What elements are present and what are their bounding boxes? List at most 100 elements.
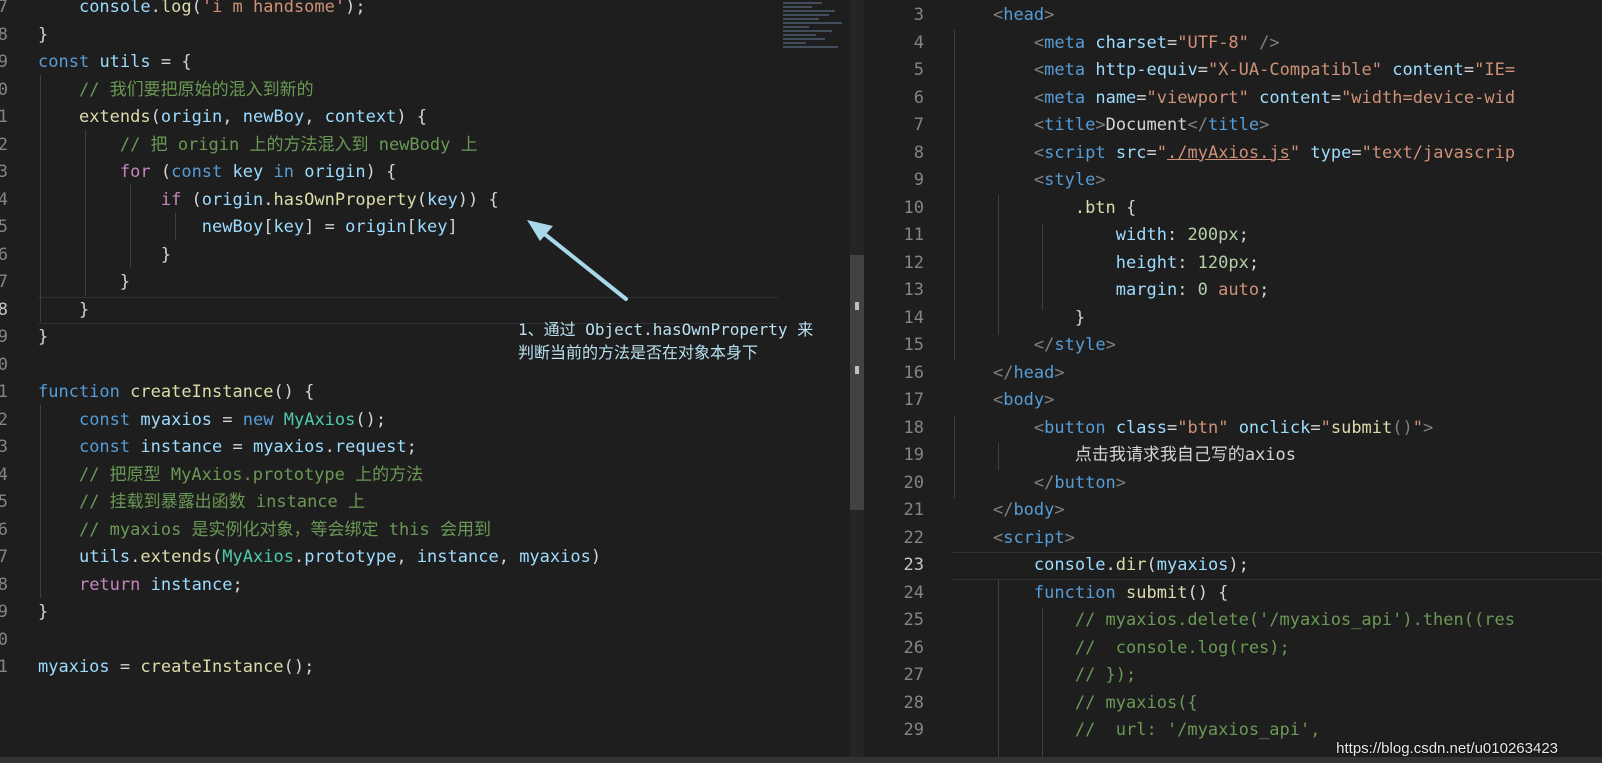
code-text[interactable]: // myaxios 是实例化对象，等会绑定 this 会用到 <box>38 517 491 545</box>
code-text[interactable]: function submit() { <box>952 580 1229 608</box>
code-line[interactable]: 9 <style> <box>864 167 1602 195</box>
code-line[interactable]: 3 <head> <box>864 2 1602 30</box>
code-line[interactable]: 9 const utils = { <box>0 49 850 77</box>
code-text[interactable]: // }); <box>952 662 1136 690</box>
code-text[interactable]: </head> <box>952 360 1065 388</box>
code-text[interactable]: // 挂载到暴露出函数 instance 上 <box>38 489 365 517</box>
code-line[interactable]: 13 margin: 0 auto; <box>864 277 1602 305</box>
code-line[interactable]: 10 .btn { <box>864 195 1602 223</box>
code-line[interactable]: 5 <meta http-equiv="X-UA-Compatible" con… <box>864 57 1602 85</box>
code-text[interactable]: </body> <box>952 497 1065 525</box>
code-line[interactable]: 7 <title>Document</title> <box>864 112 1602 140</box>
code-text[interactable]: } <box>38 599 48 627</box>
code-line[interactable]: 12 height: 120px; <box>864 250 1602 278</box>
code-line[interactable]: 25 // myaxios.delete('/myaxios_api').the… <box>864 607 1602 635</box>
right-editor-pane[interactable]: 3 <head> 4 <meta charset="UTF-8" /> 5 <met… <box>864 0 1602 763</box>
code-text[interactable]: </style> <box>952 332 1116 360</box>
code-text[interactable]: <head> <box>952 2 1054 30</box>
code-text[interactable]: <script src="./myAxios.js" type="text/ja… <box>952 140 1515 168</box>
code-line[interactable]: 7 console.log('i m handsome'); <box>0 0 850 22</box>
code-line[interactable]: 20 </button> <box>864 470 1602 498</box>
code-text[interactable]: extends(origin, newBoy, context) { <box>38 104 427 132</box>
code-text[interactable]: <title>Document</title> <box>952 112 1270 140</box>
code-line[interactable]: 4 <meta charset="UTF-8" /> <box>864 30 1602 58</box>
code-line[interactable]: 4 if (origin.hasOwnProperty(key)) { <box>0 187 850 215</box>
code-text[interactable]: // 把原型 MyAxios.prototype 上的方法 <box>38 462 423 490</box>
code-text[interactable]: } <box>38 324 48 352</box>
code-text[interactable]: } <box>38 22 48 50</box>
code-text[interactable]: <script> <box>952 525 1075 553</box>
code-text[interactable]: return instance; <box>38 572 243 600</box>
code-text[interactable]: 点击我请求我自己写的axios <box>952 442 1296 470</box>
code-text[interactable]: <meta name="viewport" content="width=dev… <box>952 85 1515 113</box>
code-line[interactable]: 17 <body> <box>864 387 1602 415</box>
code-text[interactable]: } <box>38 242 171 270</box>
code-text[interactable]: utils.extends(MyAxios.prototype, instanc… <box>38 544 601 572</box>
vertical-scrollbar-thumb[interactable] <box>850 255 864 510</box>
code-text[interactable]: for (const key in origin) { <box>38 159 396 187</box>
code-text[interactable]: newBoy[key] = origin[key] <box>38 214 458 242</box>
code-line[interactable]: 0 // 我们要把原始的混入到新的 <box>0 77 850 105</box>
code-line[interactable]: 26 // console.log(res); <box>864 635 1602 663</box>
code-line[interactable]: 28 // myaxios({ <box>864 690 1602 718</box>
code-line[interactable]: 8 <script src="./myAxios.js" type="text/… <box>864 140 1602 168</box>
code-line[interactable]: 7 utils.extends(MyAxios.prototype, insta… <box>0 544 850 572</box>
code-text[interactable]: myaxios = createInstance(); <box>38 654 314 682</box>
code-text[interactable]: // 把 origin 上的方法混入到 newBody 上 <box>38 132 478 160</box>
code-text[interactable]: const myaxios = new MyAxios(); <box>38 407 386 435</box>
code-line[interactable]: 24 function submit() { <box>864 580 1602 608</box>
code-line[interactable]: 1 myaxios = createInstance(); <box>0 654 850 682</box>
code-line[interactable]: 19 点击我请求我自己写的axios <box>864 442 1602 470</box>
code-text[interactable]: const instance = myaxios.request; <box>38 434 417 462</box>
code-text[interactable]: if (origin.hasOwnProperty(key)) { <box>38 187 499 215</box>
code-line[interactable]: 0 <box>0 627 850 655</box>
code-line[interactable]: 5 // 挂载到暴露出函数 instance 上 <box>0 489 850 517</box>
code-text[interactable]: } <box>38 297 89 325</box>
code-text[interactable]: const utils = { <box>38 49 192 77</box>
code-text[interactable]: <meta charset="UTF-8" /> <box>952 30 1280 58</box>
code-text[interactable]: .btn { <box>952 195 1136 223</box>
code-line[interactable]: 5 newBoy[key] = origin[key] <box>0 214 850 242</box>
code-line[interactable]: 23 console.dir(myaxios); <box>864 552 1602 580</box>
code-text[interactable]: // url: '/myaxios_api', <box>952 717 1321 745</box>
code-text[interactable]: // myaxios.delete('/myaxios_api').then((… <box>952 607 1515 635</box>
code-line[interactable]: 15 </style> <box>864 332 1602 360</box>
code-line[interactable]: 8} <box>0 22 850 50</box>
code-line[interactable]: 27 // }); <box>864 662 1602 690</box>
code-line[interactable]: 22 <script> <box>864 525 1602 553</box>
code-line[interactable]: 7 } <box>0 269 850 297</box>
code-line[interactable]: 11 width: 200px; <box>864 222 1602 250</box>
code-line[interactable]: 16 </head> <box>864 360 1602 388</box>
left-editor-pane[interactable]: 7 console.log('i m handsome'); 8} 9 const u… <box>0 0 850 763</box>
code-text[interactable]: <meta http-equiv="X-UA-Compatible" conte… <box>952 57 1515 85</box>
code-line[interactable]: 8 return instance; <box>0 572 850 600</box>
code-line[interactable]: 1 function createInstance() { <box>0 379 850 407</box>
code-text[interactable]: <style> <box>952 167 1106 195</box>
code-text[interactable]: <body> <box>952 387 1054 415</box>
code-line[interactable]: 18 <button class="btn" onclick="submit()… <box>864 415 1602 443</box>
code-text[interactable]: console.dir(myaxios); <box>952 552 1249 580</box>
code-text[interactable]: } <box>952 305 1085 333</box>
code-text[interactable]: console.log('i m handsome'); <box>38 0 366 22</box>
code-text[interactable]: <button class="btn" onclick="submit()"> <box>952 415 1433 443</box>
code-line[interactable]: 1 extends(origin, newBoy, context) { <box>0 104 850 132</box>
code-line[interactable]: 2 // 把 origin 上的方法混入到 newBody 上 <box>0 132 850 160</box>
code-text[interactable]: </button> <box>952 470 1126 498</box>
code-line[interactable]: 6 // myaxios 是实例化对象，等会绑定 this 会用到 <box>0 517 850 545</box>
code-line[interactable]: 9} <box>0 599 850 627</box>
code-line[interactable]: 14 } <box>864 305 1602 333</box>
code-line[interactable]: 6 <meta name="viewport" content="width=d… <box>864 85 1602 113</box>
code-text[interactable]: function createInstance() { <box>38 379 314 407</box>
code-line[interactable]: 3 const instance = myaxios.request; <box>0 434 850 462</box>
code-line[interactable]: 4 // 把原型 MyAxios.prototype 上的方法 <box>0 462 850 490</box>
code-text[interactable]: margin: 0 auto; <box>952 277 1270 305</box>
minimap[interactable] <box>783 0 848 70</box>
code-line[interactable]: 2 const myaxios = new MyAxios(); <box>0 407 850 435</box>
code-text[interactable]: // 我们要把原始的混入到新的 <box>38 77 314 105</box>
code-text[interactable]: width: 200px; <box>952 222 1249 250</box>
code-line[interactable]: 21 </body> <box>864 497 1602 525</box>
code-line[interactable]: 3 for (const key in origin) { <box>0 159 850 187</box>
code-text[interactable]: // console.log(res); <box>952 635 1290 663</box>
code-text[interactable]: // myaxios({ <box>952 690 1198 718</box>
code-line[interactable]: 6 } <box>0 242 850 270</box>
